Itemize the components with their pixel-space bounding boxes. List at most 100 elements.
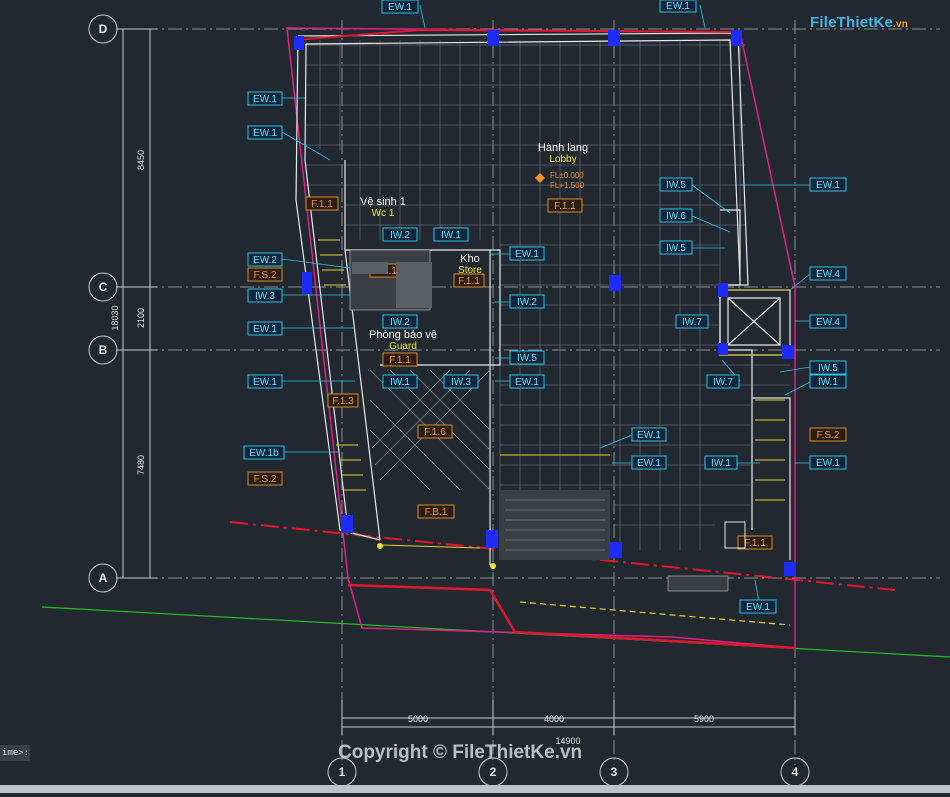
svg-text:B: B xyxy=(99,343,108,357)
svg-text:EW.1: EW.1 xyxy=(637,458,661,469)
room-store-vi: Kho xyxy=(460,253,480,265)
status-bar xyxy=(0,785,950,793)
tag: IW.2 xyxy=(382,227,418,242)
floor-plan-drawing[interactable]: D C B A 1 2 3 4 8450 2100 7480 18030 500… xyxy=(0,0,950,793)
dim-2100: 2100 xyxy=(136,308,146,328)
svg-text:EW.1: EW.1 xyxy=(746,602,770,613)
svg-text:IW.5: IW.5 xyxy=(666,243,686,254)
tag: F.B.1 xyxy=(417,504,455,519)
tag: F.1.1 xyxy=(737,535,773,550)
svg-text:IW.7: IW.7 xyxy=(682,317,702,328)
tag: EW.1 xyxy=(809,177,847,192)
tag: IW.7 xyxy=(675,314,709,329)
dim-7480: 7480 xyxy=(136,455,146,475)
tag: IW.6 xyxy=(659,208,693,223)
tag: F.S.2 xyxy=(809,427,847,442)
svg-text:EW.1: EW.1 xyxy=(816,180,840,191)
svg-text:C: C xyxy=(99,280,108,294)
svg-text:EW.1: EW.1 xyxy=(816,458,840,469)
tag: EW.2 xyxy=(247,252,283,267)
svg-text:IW.5: IW.5 xyxy=(818,363,838,374)
command-line[interactable]: ime>: xyxy=(0,745,30,761)
svg-text:F.B.1: F.B.1 xyxy=(425,507,448,518)
level-fl-1500: FL+1.500 xyxy=(550,181,585,190)
tag: F.1.1 xyxy=(547,198,583,213)
svg-text:IW.1: IW.1 xyxy=(711,458,731,469)
tag: IW.3 xyxy=(247,288,283,303)
tag: IW.5 xyxy=(659,177,693,192)
tag: IW.2 xyxy=(382,314,418,329)
svg-text:F.1.1: F.1.1 xyxy=(744,538,766,549)
svg-text:D: D xyxy=(99,22,108,36)
room-lobby-en: Lobby xyxy=(549,154,576,165)
tag: IW.3 xyxy=(443,374,479,389)
tag: EW.1 xyxy=(809,455,847,470)
tag: IW.1 xyxy=(809,374,847,389)
svg-text:IW.1: IW.1 xyxy=(390,377,410,388)
property-line xyxy=(347,583,796,650)
grid-bubble-3: 3 xyxy=(599,757,629,787)
svg-text:4: 4 xyxy=(792,765,799,779)
room-guard-vi: Phòng bảo vệ xyxy=(369,329,437,341)
tag: EW.1 xyxy=(509,374,545,389)
svg-text:IW.2: IW.2 xyxy=(390,317,410,328)
dim-8450: 8450 xyxy=(136,150,146,170)
svg-text:EW.1: EW.1 xyxy=(515,249,539,260)
svg-text:IW.5: IW.5 xyxy=(666,180,686,191)
filethietke-logo: FileThietKe.vn xyxy=(810,14,908,31)
tag: F.S.2 xyxy=(247,267,283,282)
grid-bubble-A: A xyxy=(88,563,118,593)
tag: EW.1 xyxy=(381,0,419,14)
cad-viewport[interactable]: D C B A 1 2 3 4 8450 2100 7480 18030 500… xyxy=(0,0,950,793)
room-wc-en: Wc 1 xyxy=(372,208,395,219)
tag: F.1.1 xyxy=(382,352,418,367)
svg-text:IW.5: IW.5 xyxy=(517,353,537,364)
tag: F.1.3 xyxy=(327,393,359,408)
svg-text:3: 3 xyxy=(611,765,618,779)
svg-text:IW.1: IW.1 xyxy=(818,377,838,388)
svg-text:IW.6: IW.6 xyxy=(666,211,686,222)
svg-text:EW.1: EW.1 xyxy=(253,128,277,139)
dim-4000: 4000 xyxy=(544,714,564,724)
svg-text:F.1.1: F.1.1 xyxy=(458,276,480,287)
tag: IW.5 xyxy=(809,360,847,375)
svg-text:EW.4: EW.4 xyxy=(816,317,840,328)
tag: F.1.6 xyxy=(417,424,453,439)
tag: EW.1 xyxy=(247,321,283,336)
svg-text:F.1.1: F.1.1 xyxy=(389,355,411,366)
svg-text:A: A xyxy=(99,571,108,585)
logo-suffix: .vn xyxy=(893,19,909,30)
svg-text:EW.1: EW.1 xyxy=(388,2,412,13)
svg-text:EW.1: EW.1 xyxy=(637,430,661,441)
grid-bubbles: D C B A 1 2 3 4 xyxy=(88,14,810,787)
svg-text:IW.1: IW.1 xyxy=(441,230,461,241)
svg-text:EW.1: EW.1 xyxy=(515,377,539,388)
svg-text:EW.1: EW.1 xyxy=(253,324,277,335)
tag: IW.7 xyxy=(706,374,740,389)
svg-text:IW.3: IW.3 xyxy=(451,377,471,388)
grid-bubble-D: D xyxy=(88,14,118,44)
tag: EW.1 xyxy=(739,599,777,614)
tag: IW.2 xyxy=(509,294,545,309)
grid-bubble-B: B xyxy=(88,335,118,365)
dim-5000: 5000 xyxy=(408,714,428,724)
svg-text:EW.1b: EW.1b xyxy=(249,448,279,459)
tag: EW.1 xyxy=(631,455,667,470)
tag: F.S.2 xyxy=(247,471,283,486)
svg-text:EW.2: EW.2 xyxy=(253,255,277,266)
tag: EW.1b xyxy=(243,445,285,460)
svg-text:2: 2 xyxy=(490,765,497,779)
tag: EW.4 xyxy=(809,314,847,329)
room-guard-en: Guard xyxy=(389,341,417,352)
tag: F.1.1 xyxy=(453,273,485,288)
svg-text:F.1.3: F.1.3 xyxy=(332,396,354,407)
tag: EW.1 xyxy=(509,246,545,261)
tag: EW.1 xyxy=(247,91,283,106)
grid-lines xyxy=(120,20,940,765)
tag: EW.1 xyxy=(659,0,697,13)
svg-text:IW.3: IW.3 xyxy=(255,291,275,302)
svg-text:EW.1: EW.1 xyxy=(253,377,277,388)
svg-text:F.S.2: F.S.2 xyxy=(254,474,277,485)
tag: IW.1 xyxy=(704,455,738,470)
svg-text:F.1.1: F.1.1 xyxy=(554,201,576,212)
